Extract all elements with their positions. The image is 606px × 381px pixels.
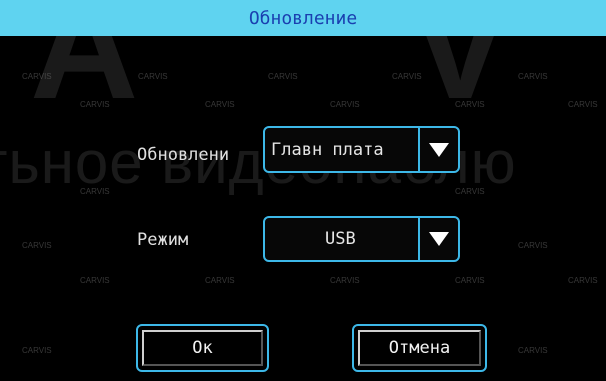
watermark-brand: CARVIS xyxy=(455,100,485,109)
ok-button-label: Ок xyxy=(142,330,263,366)
ok-button[interactable]: Ок xyxy=(136,324,269,372)
title-bar: Обновление xyxy=(0,0,606,36)
watermark-brand: CARVIS xyxy=(518,346,548,355)
watermark-brand: CARVIS xyxy=(455,187,485,196)
update-source-dropdown-button[interactable] xyxy=(418,128,458,171)
watermark-brand: CARVIS xyxy=(80,100,110,109)
watermark-brand: CARVIS xyxy=(518,72,548,81)
cancel-button[interactable]: Отмена xyxy=(352,324,487,372)
cancel-button-label: Отмена xyxy=(358,330,481,366)
watermark-brand: CARVIS xyxy=(80,276,110,285)
watermark-brand: CARVIS xyxy=(392,72,422,81)
watermark-brand: CARVIS xyxy=(568,276,598,285)
watermark-brand: CARVIS xyxy=(138,72,168,81)
watermark-brand: CARVIS xyxy=(205,100,235,109)
dialog-title: Обновление xyxy=(248,8,358,29)
watermark-brand: CARVIS xyxy=(22,241,52,250)
dropdown-arrow-icon xyxy=(429,142,449,157)
watermark-brand: CARVIS xyxy=(22,346,52,355)
watermark-brand: CARVIS xyxy=(568,100,598,109)
dropdown-arrow-icon xyxy=(429,232,449,246)
mode-select[interactable]: USB xyxy=(263,216,460,262)
watermark-brand: CARVIS xyxy=(330,100,360,109)
update-label: Обновлени xyxy=(137,145,230,165)
update-source-select[interactable]: Главн плата xyxy=(263,126,460,173)
watermark-brand: CARVIS xyxy=(455,276,485,285)
watermark-brand: CARVIS xyxy=(518,241,548,250)
watermark-brand: CARVIS xyxy=(330,276,360,285)
watermark-brand: CARVIS xyxy=(22,72,52,81)
watermark-brand: CARVIS xyxy=(205,276,235,285)
mode-dropdown-button[interactable] xyxy=(418,218,458,260)
watermark-brand: CARVIS xyxy=(80,187,110,196)
mode-label: Режим xyxy=(137,230,189,250)
update-source-value: Главн плата xyxy=(271,139,384,160)
watermark-brand: CARVIS xyxy=(268,72,298,81)
mode-value: USB xyxy=(325,229,356,249)
